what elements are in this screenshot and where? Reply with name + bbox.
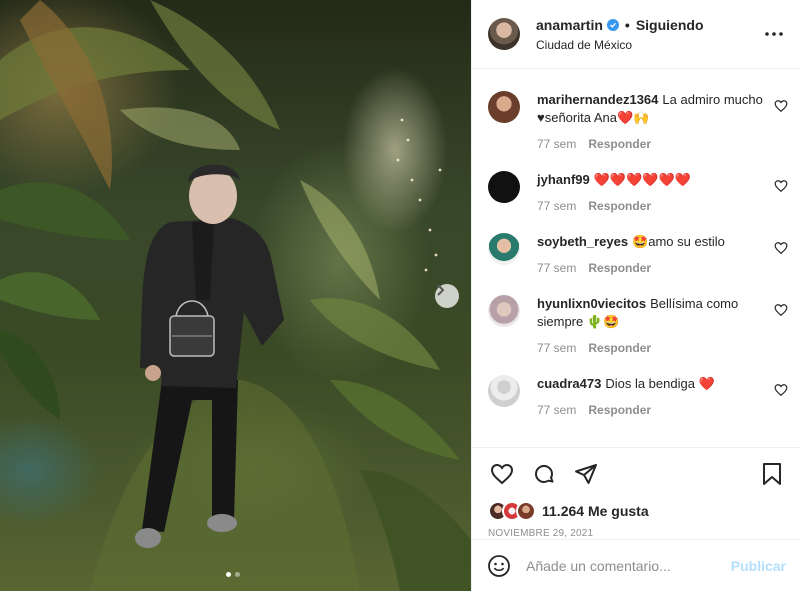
save-button[interactable] [758, 460, 786, 488]
more-options-button[interactable] [762, 22, 786, 46]
comment-time[interactable]: 77 sem [537, 401, 576, 419]
post-date[interactable]: NOVIEMBRE 29, 2021 [472, 522, 800, 539]
author-avatar[interactable] [488, 18, 520, 50]
comment-body: cuadra473 Dios la bendiga ❤️ 77 sem Respo… [537, 375, 788, 419]
carousel-dot-active [226, 572, 231, 577]
comment-username[interactable]: hyunlixn0viecitos [537, 296, 646, 311]
comment-meta: 77 sem Responder [537, 135, 764, 153]
comment-text: ❤️❤️❤️❤️❤️❤️ [593, 172, 691, 187]
like-comment-heart-icon[interactable] [774, 99, 788, 113]
heart-icon [490, 463, 514, 485]
comment-item: hyunlixn0viecitos Bellísima como siempre … [472, 295, 800, 357]
publish-button[interactable]: Publicar [731, 558, 786, 574]
comment-input[interactable] [526, 557, 731, 574]
reply-button[interactable]: Responder [588, 197, 651, 215]
comment-time[interactable]: 77 sem [537, 259, 576, 277]
share-icon [575, 464, 597, 484]
likes-count[interactable]: 11.264 Me gusta [542, 503, 649, 519]
likers-avatars[interactable] [488, 501, 536, 521]
comment-body: jyhanf99 ❤️❤️❤️❤️❤️❤️ 77 sem Responder [537, 171, 788, 215]
reply-button[interactable]: Responder [588, 339, 651, 357]
comment-body: hyunlixn0viecitos Bellísima como siempre … [537, 295, 788, 357]
add-comment-bar: Publicar [472, 539, 800, 591]
comments-list[interactable]: marihernandez1364 La admiro mucho ♥señori… [472, 69, 800, 448]
comment-item: marihernandez1364 La admiro mucho ♥señori… [472, 91, 800, 153]
share-button[interactable] [572, 460, 600, 488]
carousel-next-button[interactable] [435, 284, 459, 308]
following-button[interactable]: Siguiendo [636, 17, 704, 33]
reply-button[interactable]: Responder [588, 401, 651, 419]
comment-item: jyhanf99 ❤️❤️❤️❤️❤️❤️ 77 sem Responder [472, 171, 800, 215]
carousel-dots [226, 572, 240, 577]
comment-meta: 77 sem Responder [537, 197, 764, 215]
author-info: anamartin • Siguiendo Ciudad de México [536, 17, 762, 52]
carousel-dot [235, 572, 240, 577]
comment-username[interactable]: marihernandez1364 [537, 92, 658, 107]
comment-time[interactable]: 77 sem [537, 135, 576, 153]
reply-button[interactable]: Responder [588, 259, 651, 277]
chevron-right-icon [437, 284, 445, 296]
like-comment-heart-icon[interactable] [774, 241, 788, 255]
comment-avatar[interactable] [488, 91, 520, 123]
comment-button[interactable] [530, 460, 558, 488]
comment-time[interactable]: 77 sem [537, 197, 576, 215]
post-sidebar: anamartin • Siguiendo Ciudad de México m… [471, 0, 800, 591]
comment-text: 🤩amo su estilo [632, 234, 725, 249]
comment-avatar[interactable] [488, 375, 520, 407]
like-comment-heart-icon[interactable] [774, 303, 788, 317]
comment-item: soybeth_reyes 🤩amo su estilo 77 sem Respo… [472, 233, 800, 277]
author-username[interactable]: anamartin [536, 17, 603, 33]
comment-text: Dios la bendiga ❤️ [605, 376, 715, 391]
comment-meta: 77 sem Responder [537, 401, 764, 419]
post-location[interactable]: Ciudad de México [536, 38, 762, 52]
comment-body: soybeth_reyes 🤩amo su estilo 77 sem Respo… [537, 233, 788, 277]
post: anamartin • Siguiendo Ciudad de México m… [0, 0, 800, 591]
comment-username[interactable]: cuadra473 [537, 376, 601, 391]
separator-dot: • [624, 16, 630, 33]
comment-body: marihernandez1364 La admiro mucho ♥señori… [537, 91, 788, 153]
comment-avatar[interactable] [488, 171, 520, 203]
comment-username[interactable]: soybeth_reyes [537, 234, 628, 249]
save-icon [763, 463, 781, 485]
post-actions [472, 448, 800, 500]
comment-meta: 77 sem Responder [537, 259, 764, 277]
comment-avatar[interactable] [488, 233, 520, 265]
like-comment-heart-icon[interactable] [774, 179, 788, 193]
comment-meta: 77 sem Responder [537, 339, 764, 357]
liker-avatar [516, 501, 536, 521]
comment-icon [535, 465, 554, 483]
comment-avatar[interactable] [488, 295, 520, 327]
post-header: anamartin • Siguiendo Ciudad de México [472, 0, 800, 69]
likes-row: 11.264 Me gusta [472, 500, 800, 522]
comment-time[interactable]: 77 sem [537, 339, 576, 357]
verified-icon [606, 18, 619, 31]
emoji-icon [488, 554, 510, 577]
comment-username[interactable]: jyhanf99 [537, 172, 590, 187]
reply-button[interactable]: Responder [588, 135, 651, 153]
like-button[interactable] [488, 460, 516, 488]
comment-item: cuadra473 Dios la bendiga ❤️ 77 sem Respo… [472, 375, 800, 419]
more-icon [765, 32, 783, 36]
author-row: anamartin • Siguiendo [536, 17, 762, 33]
like-comment-heart-icon[interactable] [774, 383, 788, 397]
post-photo[interactable] [0, 0, 471, 591]
photo-illustration [0, 0, 471, 591]
emoji-button[interactable] [486, 553, 512, 579]
